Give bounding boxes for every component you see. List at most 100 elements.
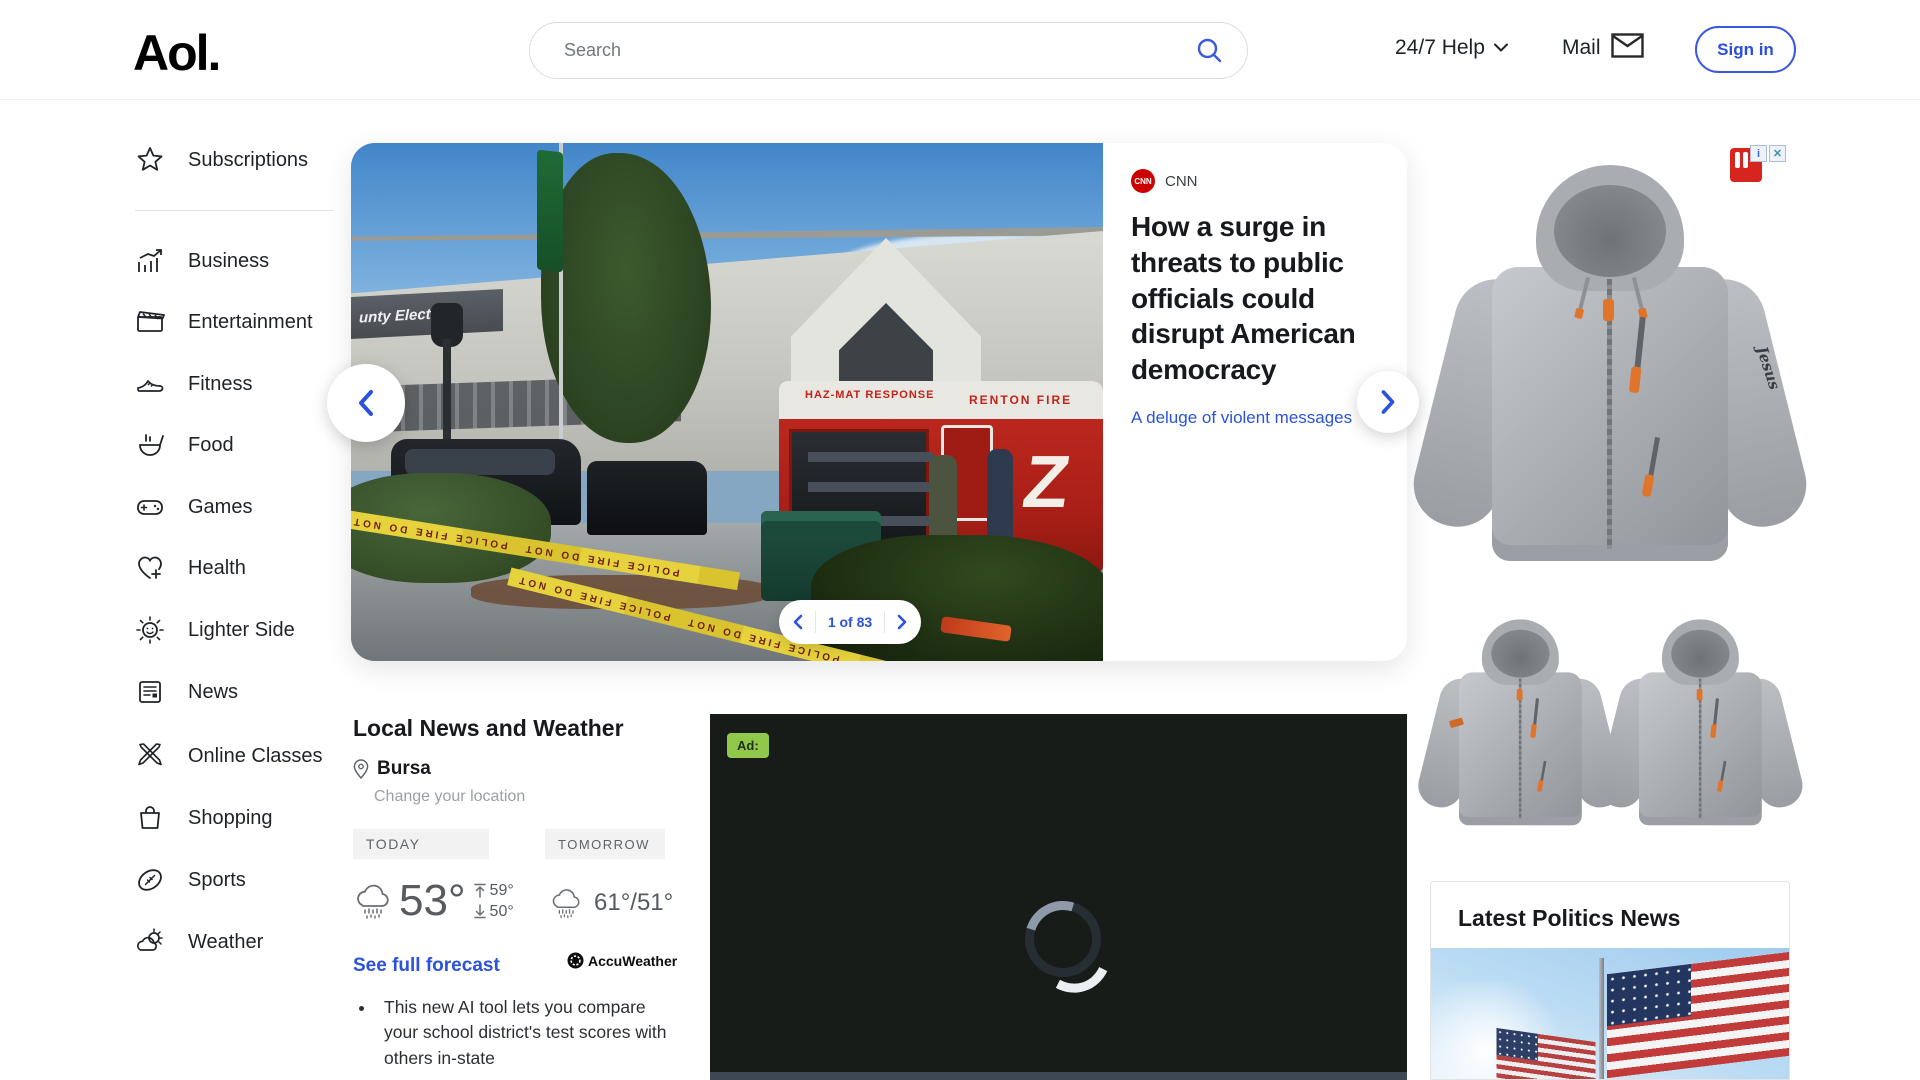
newspaper-icon — [135, 677, 165, 707]
sidebar-item-weather[interactable]: Weather — [135, 922, 345, 962]
rain-cloud-icon — [353, 881, 395, 921]
photo-green-flag — [537, 150, 563, 273]
crossed-pencils-icon — [135, 741, 165, 771]
latest-politics-card: Latest Politics News — [1430, 881, 1790, 1080]
top-story-carousel: unty Elections HAZ-MAT RESPONSE RENTON F… — [351, 143, 1407, 661]
sidebar-item-shopping[interactable]: Shopping — [135, 798, 345, 838]
help-label: 24/7 Help — [1395, 36, 1485, 60]
chevron-left-icon — [355, 388, 377, 418]
tomorrow-chip: TOMORROW — [545, 829, 665, 859]
display-ad-hoodies[interactable]: i ✕ Jesus — [1430, 143, 1790, 849]
today-temperature: 53° — [399, 876, 466, 926]
local-headline-list: This new AI tool lets you compare your s… — [358, 995, 670, 1071]
sidebar-item-lighter-side[interactable]: Lighter Side — [135, 610, 345, 650]
clapperboard-icon — [135, 307, 165, 337]
sign-in-button[interactable]: Sign in — [1695, 26, 1796, 73]
sidebar-divider — [135, 210, 333, 211]
story-text-panel: CNN CNN How a surge in threats to public… — [1103, 143, 1407, 661]
sidebar-item-online-classes[interactable]: Online Classes — [135, 736, 345, 776]
story-photo[interactable]: unty Elections HAZ-MAT RESPONSE RENTON F… — [351, 143, 1103, 661]
sidebar-item-fitness[interactable]: Fitness — [135, 364, 345, 404]
sneaker-icon — [135, 369, 165, 399]
tomorrow-weather: 61°/51° — [549, 886, 673, 920]
sidebar-item-label: News — [188, 681, 238, 704]
us-flag-small — [1497, 1028, 1596, 1080]
sidebar-item-label: Online Classes — [188, 745, 323, 768]
local-section-heading: Local News and Weather — [353, 715, 624, 742]
carousel-prev-button[interactable] — [327, 364, 405, 442]
sidebar-item-label: Health — [188, 557, 246, 580]
today-high: 59° — [474, 882, 514, 900]
chevron-down-icon — [1494, 39, 1508, 57]
story-sublink[interactable]: A deluge of violent messages — [1131, 408, 1352, 428]
chart-icon — [135, 246, 165, 276]
sidebar-item-games[interactable]: Games — [135, 487, 345, 527]
pager-prev-button[interactable] — [792, 614, 804, 630]
sun-cloud-icon — [135, 927, 165, 957]
hoodie-product-image — [1612, 611, 1789, 845]
sidebar-item-subscriptions[interactable]: Subscriptions — [135, 140, 345, 180]
accuweather-label: AccuWeather — [588, 953, 677, 969]
search-icon[interactable] — [1196, 37, 1223, 69]
today-low: 50° — [474, 903, 514, 921]
sidebar-item-label: Fitness — [188, 373, 252, 396]
mail-link[interactable]: Mail — [1562, 33, 1644, 63]
sidebar-item-news[interactable]: News — [135, 672, 345, 712]
heart-plus-icon — [135, 553, 165, 583]
gamepad-icon — [135, 492, 165, 522]
today-weather: 53° 59° 50° — [353, 876, 514, 926]
ad-controls: i ✕ — [1750, 145, 1786, 162]
truck-renton-label: RENTON FIRE — [969, 393, 1072, 407]
source-name: CNN — [1165, 173, 1198, 190]
sidebar-item-label: Games — [188, 496, 252, 519]
sidebar-item-label: Entertainment — [188, 311, 313, 334]
top-header: Aol. 24/7 Help Mail Sign in — [0, 0, 1920, 100]
adchoices-info-icon[interactable]: i — [1750, 145, 1767, 162]
aol-homepage: Aol. 24/7 Help Mail Sign in Subscription… — [0, 0, 1920, 1080]
star-icon — [135, 145, 165, 175]
location-pin-icon — [353, 759, 369, 779]
sidebar-item-business[interactable]: Business — [135, 241, 345, 281]
sidebar-item-health[interactable]: Health — [135, 548, 345, 588]
sidebar-item-label: Sports — [188, 869, 246, 892]
video-ad-player[interactable]: Ad: — [710, 714, 1407, 1080]
sidebar-item-label: Subscriptions — [188, 149, 308, 172]
chevron-right-icon — [896, 614, 908, 630]
tomorrow-temperatures: 61°/51° — [594, 889, 673, 917]
sidebar-item-entertainment[interactable]: Entertainment — [135, 302, 345, 342]
story-headline[interactable]: How a surge in threats to public officia… — [1131, 209, 1383, 388]
politics-flag-image[interactable] — [1431, 948, 1789, 1080]
cnn-logo-icon: CNN — [1131, 169, 1155, 193]
search-bar[interactable] — [529, 22, 1248, 79]
search-input[interactable] — [564, 23, 1164, 78]
hoodie-product-image — [1432, 611, 1609, 845]
sidebar-item-label: Food — [188, 434, 234, 457]
story-source: CNN CNN — [1131, 169, 1379, 193]
loading-spinner-icon — [1025, 901, 1101, 977]
local-headline-item[interactable]: This new AI tool lets you compare your s… — [376, 995, 670, 1071]
us-flag-icon — [1607, 950, 1789, 1079]
shopping-bag-icon — [135, 803, 165, 833]
carousel-pager: 1 of 83 — [779, 600, 921, 644]
photo-building-sign: unty Elections — [351, 289, 503, 339]
sidebar-item-label: Shopping — [188, 807, 273, 830]
location-row: Bursa — [353, 758, 431, 780]
sidebar-item-label: Lighter Side — [188, 619, 295, 642]
accuweather-icon — [567, 952, 584, 969]
pager-status: 1 of 83 — [828, 614, 872, 630]
rain-cloud-icon — [549, 886, 585, 920]
help-menu[interactable]: 24/7 Help — [1395, 36, 1508, 60]
location-name[interactable]: Bursa — [377, 758, 431, 780]
aol-logo[interactable]: Aol. — [133, 24, 219, 82]
sidebar-item-label: Business — [188, 250, 269, 273]
hoodie-product-image: Jesus — [1440, 149, 1780, 599]
sidebar-item-food[interactable]: Food — [135, 425, 345, 465]
truck-hazmat-label: HAZ-MAT RESPONSE — [805, 389, 934, 402]
truck-z-mark: Z — [1018, 439, 1075, 524]
pager-next-button[interactable] — [896, 614, 908, 630]
change-location-link[interactable]: Change your location — [374, 788, 525, 806]
bowl-icon — [135, 430, 165, 460]
full-forecast-link[interactable]: See full forecast — [353, 955, 500, 977]
ad-close-icon[interactable]: ✕ — [1769, 145, 1786, 162]
sidebar-item-sports[interactable]: Sports — [135, 860, 345, 900]
